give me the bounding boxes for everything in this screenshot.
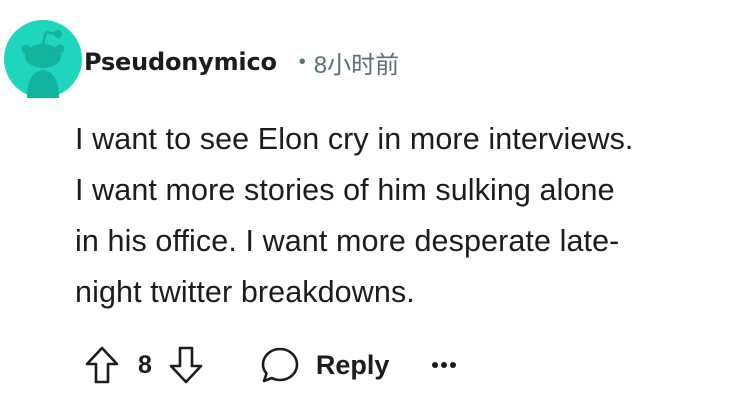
meta-separator: •: [298, 50, 306, 73]
comment-actions: 8 Reply: [84, 342, 457, 388]
speech-bubble-icon: [261, 347, 299, 383]
reply-label: Reply: [315, 349, 390, 380]
vote-count: 8: [138, 350, 152, 379]
downvote-button[interactable]: [168, 345, 204, 385]
comment-body-line: I want to see Elon cry in more interview…: [75, 122, 634, 156]
comment-header: Pseudonymico • 8小时前: [84, 40, 399, 84]
comment-body: I want to see Elon cry in more interview…: [75, 114, 725, 318]
arrow-down-icon: [169, 346, 203, 384]
ellipsis-icon: [432, 362, 457, 368]
arrow-up-icon: [85, 346, 119, 384]
more-options-button[interactable]: [431, 360, 457, 370]
timestamp[interactable]: 8小时前: [314, 45, 399, 80]
comment-body-line: in his office. I want more desperate lat…: [75, 224, 620, 258]
reply-button[interactable]: Reply: [260, 346, 390, 384]
comment: Pseudonymico • 8小时前 I want to see Elon c…: [0, 0, 730, 411]
username-link[interactable]: Pseudonymico: [84, 48, 277, 76]
upvote-button[interactable]: [84, 345, 120, 385]
reddit-snoo-avatar-icon: [4, 20, 82, 98]
avatar[interactable]: [4, 20, 82, 98]
comment-body-line: night twitter breakdowns.: [75, 275, 415, 309]
comment-body-line: I want more stories of him sulking alone: [75, 173, 615, 207]
